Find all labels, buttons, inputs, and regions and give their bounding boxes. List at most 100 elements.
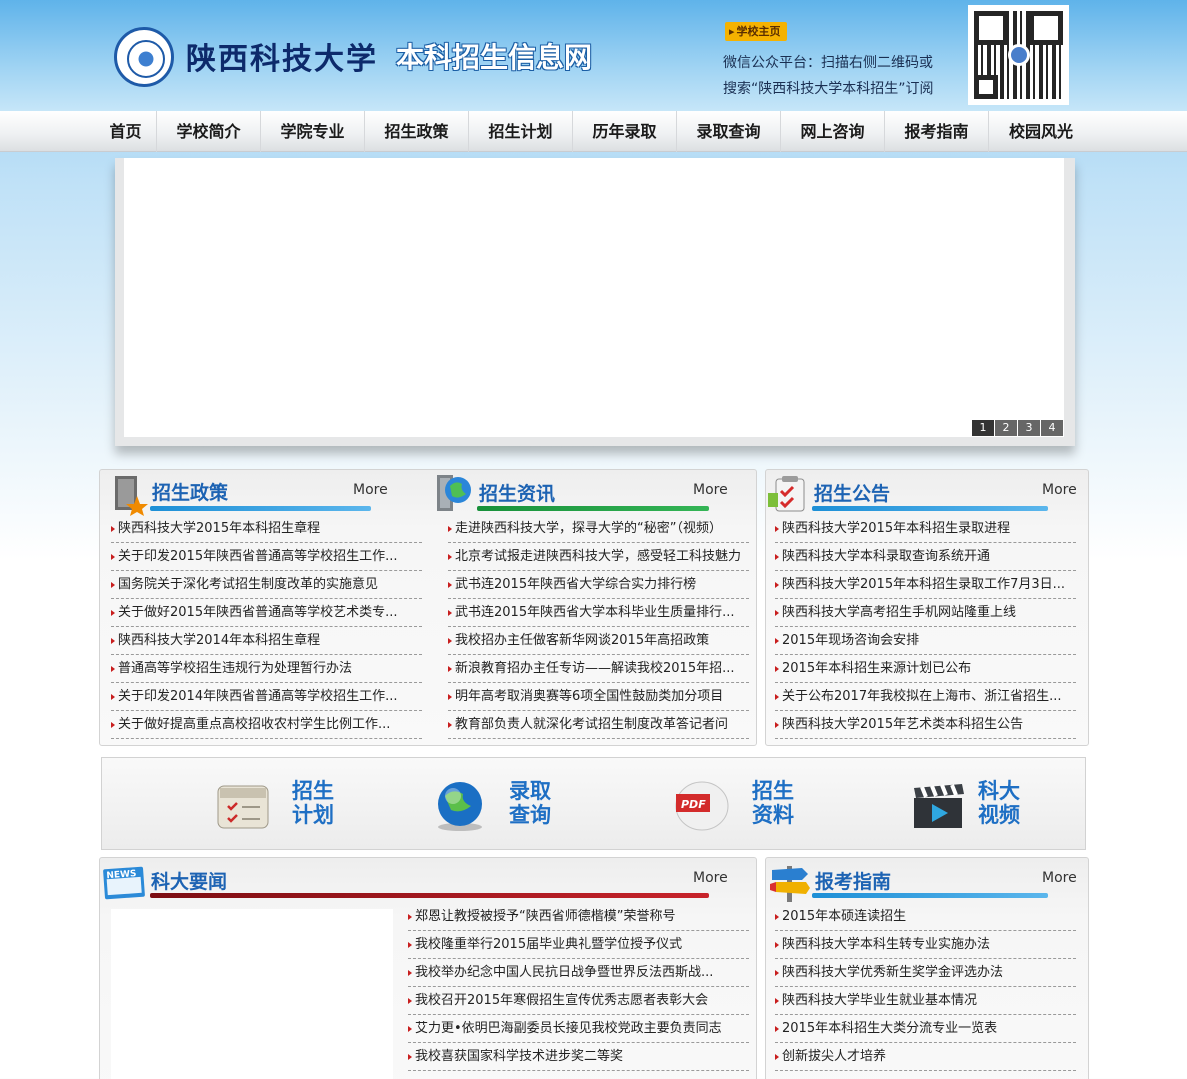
qr-code-icon	[968, 5, 1069, 105]
list-item[interactable]: 关于做好提高重点高校招收农村学生比例工作...	[111, 711, 422, 739]
list-item[interactable]: 陕西科技大学2015年本科招生录取进程	[775, 515, 1076, 543]
quick-link-query[interactable]: 录取 查询	[431, 776, 571, 836]
list-item[interactable]: 陕西科技大学毕业生就业基本情况	[775, 987, 1076, 1015]
list-item[interactable]: 2015年现场咨询会安排	[775, 627, 1076, 655]
list-item[interactable]: 陕西科技大学2014年本科招生章程	[111, 627, 422, 655]
quick-link-video[interactable]: 科大 视频	[910, 776, 1050, 836]
globe-icon	[431, 780, 487, 831]
list-item[interactable]: 我校隆重举行2015届毕业典礼暨学位授予仪式	[408, 931, 749, 959]
banner-image[interactable]	[124, 158, 1064, 437]
quick-link-query-line2: 查询	[509, 803, 551, 827]
notice-list: 陕西科技大学2015年本科招生录取进程 陕西科技大学本科录取查询系统开通 陕西科…	[775, 515, 1076, 739]
guide-title[interactable]: 报考指南	[815, 867, 891, 894]
signpost-icon	[768, 860, 812, 902]
banner-page-2[interactable]: 2	[995, 420, 1017, 436]
policy-more-link[interactable]: More	[353, 482, 388, 498]
nav-item-history[interactable]: 历年录取	[573, 111, 677, 152]
list-item[interactable]: 走进陕西科技大学，探寻大学的“秘密”（视频）	[448, 515, 749, 543]
clipboard-check-icon	[768, 473, 805, 513]
news-list: 郑恩让教授被授予“陕西省师德楷模”荣誉称号 我校隆重举行2015届毕业典礼暨学位…	[408, 903, 749, 1071]
list-item[interactable]: 陕西科技大学优秀新生奖学金评选办法	[775, 959, 1076, 987]
list-item[interactable]: 陕西科技大学2015年艺术类本科招生公告	[775, 711, 1076, 739]
list-item[interactable]: 陕西科技大学本科录取查询系统开通	[775, 543, 1076, 571]
list-item[interactable]: 关于印发2015年陕西省普通高等学校招生工作...	[111, 543, 422, 571]
list-item[interactable]: 北京考试报走进陕西科技大学，感受轻工科技魅力	[448, 543, 749, 571]
list-item[interactable]: 2015年本科招生来源计划已公布	[775, 655, 1076, 683]
list-item[interactable]: 武书连2015年陕西省大学本科毕业生质量排行...	[448, 599, 749, 627]
main-nav: 首页 学校简介 学院专业 招生政策 招生计划 历年录取 录取查询 网上咨询 报考…	[0, 111, 1187, 152]
news-icon: NEWS	[102, 864, 146, 904]
nav-item-consult[interactable]: 网上咨询	[781, 111, 885, 152]
university-name-logo[interactable]: 陕西科技大学	[186, 34, 378, 78]
university-seal-icon[interactable]	[114, 27, 174, 87]
site-title: 本科招生信息网	[396, 41, 593, 74]
news-title-underline	[150, 893, 709, 898]
quick-links-bar: 招生 计划 录取 查询 PDF 招生 资料 科大 视频	[101, 757, 1086, 850]
nav-item-about[interactable]: 学校简介	[157, 111, 261, 152]
guide-more-link[interactable]: More	[1042, 870, 1077, 886]
quick-link-query-line1: 录取	[509, 779, 551, 803]
list-item[interactable]: 陕西科技大学2015年本科招生录取工作7月3日...	[775, 571, 1076, 599]
banner-page-1[interactable]: 1	[972, 420, 994, 436]
quick-link-materials-line2: 资料	[752, 803, 794, 827]
school-home-button[interactable]: 学校主页	[725, 22, 787, 41]
list-item[interactable]: 陕西科技大学本科生转专业实施办法	[775, 931, 1076, 959]
info-more-link[interactable]: More	[693, 482, 728, 498]
banner-page-4[interactable]: 4	[1041, 420, 1063, 436]
list-item[interactable]: 新浪教育招办主任专访——解读我校2015年招...	[448, 655, 749, 683]
nav-item-home[interactable]: 首页	[95, 111, 157, 152]
notice-title[interactable]: 招生公告	[814, 479, 890, 506]
clapperboard-icon	[910, 780, 966, 830]
list-item[interactable]: 艾力更•依明巴海副委员长接见我校党政主要负责同志	[408, 1015, 749, 1043]
list-item[interactable]: 教育部负责人就深化考试招生制度改革答记者问	[448, 711, 749, 739]
svg-text:PDF: PDF	[681, 798, 706, 811]
pdf-icon: PDF	[672, 780, 729, 831]
quick-link-plan-line1: 招生	[292, 779, 334, 803]
info-list: 走进陕西科技大学，探寻大学的“秘密”（视频） 北京考试报走进陕西科技大学，感受轻…	[448, 515, 749, 739]
list-item[interactable]: 关于印发2014年陕西省普通高等学校招生工作...	[111, 683, 422, 711]
site-header: 陕西科技大学 本科招生信息网 学校主页 微信公众平台：扫描右侧二维码或 搜索“陕…	[0, 0, 1187, 111]
news-image[interactable]	[111, 909, 393, 1079]
nav-item-plan[interactable]: 招生计划	[469, 111, 573, 152]
list-item[interactable]: 2015年本科招生大类分流专业一览表	[775, 1015, 1076, 1043]
quick-link-plan[interactable]: 招生 计划	[214, 776, 354, 836]
quick-link-materials-line1: 招生	[752, 779, 794, 803]
wechat-line-2: 搜索“陕西科技大学本科招生”订阅	[723, 81, 934, 97]
list-item[interactable]: 陕西科技大学2015年本科招生章程	[111, 515, 422, 543]
news-more-link[interactable]: More	[693, 870, 728, 886]
news-title[interactable]: 科大要闻	[151, 867, 227, 894]
list-item[interactable]: 我校举办纪念中国人民抗日战争暨世界反法西斯战...	[408, 959, 749, 987]
info-title[interactable]: 招生资讯	[479, 479, 555, 506]
nav-item-guide[interactable]: 报考指南	[885, 111, 989, 152]
list-item[interactable]: 国务院关于深化考试招生制度改革的实施意见	[111, 571, 422, 599]
list-item[interactable]: 我校招办主任做客新华网谈2015年高招政策	[448, 627, 749, 655]
list-item[interactable]: 关于公布2017年我校拟在上海市、浙江省招生...	[775, 683, 1076, 711]
list-item[interactable]: 郑恩让教授被授予“陕西省师德楷模”荣誉称号	[408, 903, 749, 931]
policy-title[interactable]: 招生政策	[152, 478, 228, 505]
nav-item-campus[interactable]: 校园风光	[989, 111, 1093, 152]
list-item[interactable]: 我校喜获国家科学技术进步奖二等奖	[408, 1043, 749, 1071]
nav-item-colleges[interactable]: 学院专业	[261, 111, 365, 152]
quick-link-plan-line2: 计划	[292, 803, 334, 827]
policy-list: 陕西科技大学2015年本科招生章程 关于印发2015年陕西省普通高等学校招生工作…	[111, 515, 422, 739]
list-item[interactable]: 创新拔尖人才培养	[775, 1043, 1076, 1071]
banner-pager: 1 2 3 4	[972, 420, 1063, 436]
list-item[interactable]: 关于做好2015年陕西省普通高等学校艺术类专...	[111, 599, 422, 627]
news-badge: NEWS	[106, 869, 137, 881]
policy-title-underline	[150, 506, 371, 511]
list-item[interactable]: 2015年本硕连读招生	[775, 903, 1076, 931]
quick-link-materials[interactable]: PDF 招生 资料	[672, 776, 812, 836]
nav-item-policy[interactable]: 招生政策	[365, 111, 469, 152]
notice-title-underline	[812, 506, 1048, 511]
banner-page-3[interactable]: 3	[1018, 420, 1040, 436]
list-item[interactable]: 普通高等学校招生违规行为处理暂行办法	[111, 655, 422, 683]
list-item[interactable]: 武书连2015年陕西省大学综合实力排行榜	[448, 571, 749, 599]
info-title-underline	[477, 506, 709, 511]
notice-more-link[interactable]: More	[1042, 482, 1077, 498]
nav-item-query[interactable]: 录取查询	[677, 111, 781, 152]
list-item[interactable]: 陕西科技大学高考招生手机网站隆重上线	[775, 599, 1076, 627]
wechat-line-1: 微信公众平台：扫描右侧二维码或	[723, 55, 933, 71]
list-item[interactable]: 明年高考取消奥赛等6项全国性鼓励类加分项目	[448, 683, 749, 711]
list-item[interactable]: 我校召开2015年寒假招生宣传优秀志愿者表彰大会	[408, 987, 749, 1015]
banner-slider: 1 2 3 4	[115, 158, 1075, 446]
